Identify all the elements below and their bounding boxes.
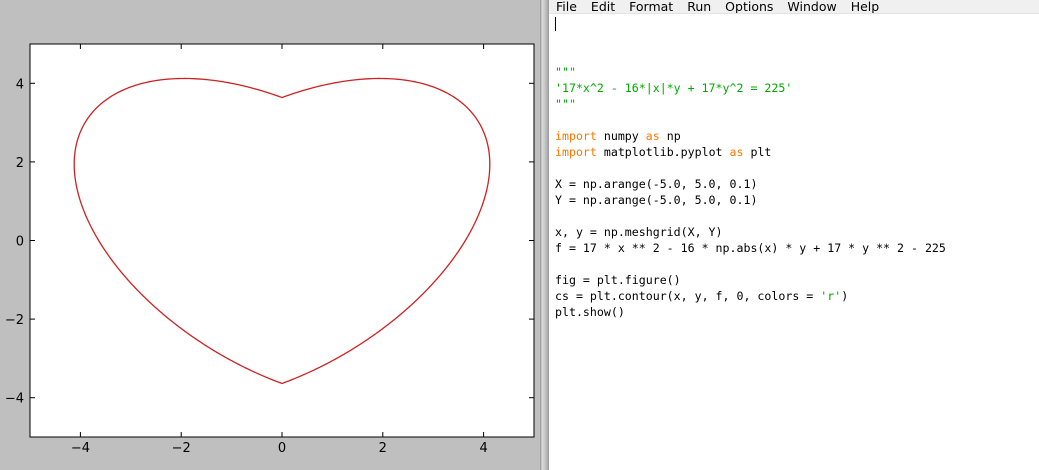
code-keyword: import [555, 145, 597, 159]
code-text: matplotlib.pyplot [596, 145, 730, 159]
menu-item-edit[interactable]: Edit [584, 0, 622, 13]
text-cursor [555, 17, 556, 31]
code-text: f = 17 * x ** 2 - 16 * np.abs(x) * y + 1… [555, 241, 946, 255]
code-line: X = np.arange(-5.0, 5.0, 0.1) [555, 176, 1035, 192]
code-text: numpy [596, 129, 646, 143]
code-text: plt.show() [555, 305, 625, 319]
code-line: Y = np.arange(-5.0, 5.0, 0.1) [555, 192, 1035, 208]
y-tick-label: 0 [16, 235, 24, 250]
code-editor[interactable]: """ '17*x^2 - 16*|x|*y + 17*y^2 = 225' """… [555, 16, 1035, 468]
code-line: cs = plt.contour(x, y, f, 0, colors = 'r… [555, 288, 1035, 304]
code-text: cs = plt.contour(x, y, f, 0, colors = [555, 289, 821, 303]
menu-item-run[interactable]: Run [680, 0, 718, 13]
y-tick-label: −2 [5, 313, 24, 328]
code-text: plt [743, 145, 772, 159]
x-tick-label: 2 [379, 441, 387, 456]
y-tick-label: −4 [5, 392, 24, 407]
code-keyword: as [729, 145, 744, 159]
code-line: '17*x^2 - 16*|x|*y + 17*y^2 = 225' [555, 80, 1035, 96]
code-text: x, y = np.meshgrid(X, Y) [555, 225, 723, 239]
code-keyword: as [645, 129, 660, 143]
code-line: x, y = np.meshgrid(X, Y) [555, 224, 1035, 240]
figure-window: −4 −2 0 2 4 −4 −2 0 2 4 [0, 0, 540, 470]
menu-item-options[interactable]: Options [718, 0, 780, 13]
x-tick-label: 4 [479, 441, 487, 456]
menu-item-window[interactable]: Window [780, 0, 843, 13]
menu-item-format[interactable]: Format [622, 0, 680, 13]
code-text: fig = plt.figure() [555, 273, 681, 287]
code-line: """ [555, 96, 1035, 112]
plot-area [29, 43, 535, 438]
code-line: f = 17 * x ** 2 - 16 * np.abs(x) * y + 1… [555, 240, 1035, 256]
menu-item-file[interactable]: File [549, 0, 584, 13]
x-tick-label: −2 [172, 441, 191, 456]
code-text: X = np.arange(-5.0, 5.0, 0.1) [555, 177, 758, 191]
code-string: """ [555, 65, 576, 79]
x-tick-label: 0 [278, 441, 286, 456]
menu-item-help[interactable]: Help [844, 0, 887, 13]
y-tick-label: 2 [16, 156, 24, 171]
editor-window[interactable]: File Edit Format Run Options Window Help """ '1… [549, 0, 1039, 470]
code-text: ) [841, 289, 849, 303]
code-line: plt.show() [555, 304, 1035, 320]
code-text: np [659, 129, 681, 143]
code-text: Y = np.arange(-5.0, 5.0, 0.1) [555, 193, 758, 207]
code-string: """ [555, 97, 576, 111]
code-keyword: import [555, 129, 597, 143]
code-line: import numpy as np [555, 128, 1035, 144]
y-tick-label: 4 [16, 77, 24, 92]
x-tick-label: −4 [71, 441, 90, 456]
code-line: """ [555, 64, 1035, 80]
code-line: import matplotlib.pyplot as plt [555, 144, 1035, 160]
menu-bar: File Edit Format Run Options Window Help [549, 0, 1039, 14]
code-string: 'r' [820, 289, 842, 303]
window-divider[interactable] [540, 0, 549, 470]
code-string: '17*x^2 - 16*|x|*y + 17*y^2 = 225' [555, 81, 793, 95]
code-line: fig = plt.figure() [555, 272, 1035, 288]
contour-plot: −4 −2 0 2 4 −4 −2 0 2 4 [5, 43, 535, 456]
